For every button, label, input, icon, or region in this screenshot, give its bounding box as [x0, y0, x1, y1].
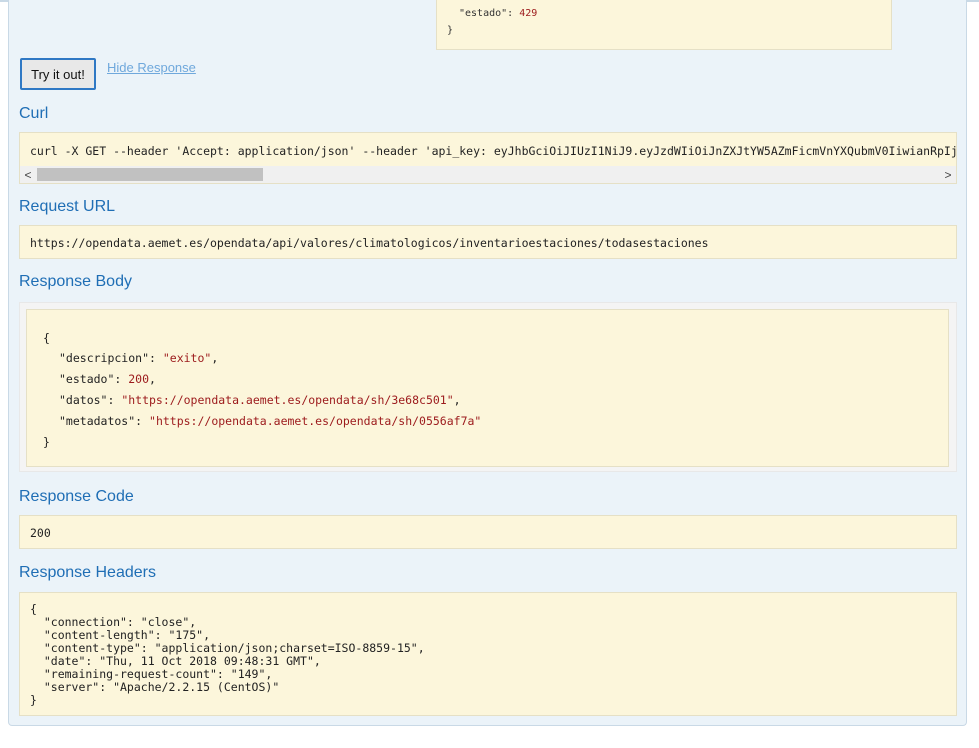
scrollbar-thumb[interactable] — [37, 168, 263, 181]
scroll-right-icon[interactable]: > — [940, 166, 956, 183]
previous-estado-key: "estado": — [459, 8, 520, 19]
header-line: "server": "Apache/2.2.15 (CentOS)" — [30, 680, 280, 694]
response-code-box: 200 — [19, 515, 957, 549]
previous-estado-line: "estado": 429 — [459, 8, 537, 19]
json-key: "metadatos": — [59, 414, 150, 428]
response-headers-title: Response Headers — [19, 564, 156, 581]
request-url-value: https://opendata.aemet.es/opendata/api/v… — [30, 236, 709, 250]
request-url-title: Request URL — [19, 198, 116, 215]
try-it-out-button[interactable]: Try it out! — [20, 58, 96, 90]
json-field-datos: "datos": "https://opendata.aemet.es/open… — [59, 393, 461, 407]
json-comma: , — [211, 351, 219, 365]
response-code-title: Response Code — [19, 488, 134, 505]
json-value: 200 — [128, 372, 150, 386]
json-close-brace: } — [43, 435, 50, 449]
hide-response-link[interactable]: Hide Response — [107, 60, 196, 75]
json-field-estado: "estado": 200, — [59, 372, 156, 386]
json-comma: , — [149, 372, 156, 386]
json-value: "https://opendata.aemet.es/opendata/sh/3… — [121, 393, 454, 407]
response-body-title: Response Body — [19, 273, 132, 290]
json-value: "exito" — [162, 351, 212, 365]
curl-title: Curl — [19, 105, 49, 122]
curl-box: curl -X GET --header 'Accept: applicatio… — [19, 132, 957, 184]
json-key: "descripcion": — [59, 351, 163, 365]
previous-close-brace: } — [447, 25, 454, 36]
response-headers-box: { "connection": "close", "content-length… — [19, 592, 957, 716]
response-body-container: { "descripcion": "exito", "estado": 200,… — [19, 302, 957, 472]
json-key: "datos": — [59, 393, 122, 407]
scroll-left-icon[interactable]: < — [20, 166, 36, 183]
json-value: "https://opendata.aemet.es/opendata/sh/0… — [149, 414, 482, 428]
json-field-descripcion: "descripcion": "exito", — [59, 351, 218, 365]
response-body-json: { "descripcion": "exito", "estado": 200,… — [26, 309, 949, 467]
json-comma: , — [453, 393, 461, 407]
previous-response-snippet: "estado": 429 } — [436, 0, 892, 50]
json-key: "estado": — [59, 372, 129, 386]
previous-estado-value: 429 — [519, 8, 538, 19]
header-line: } — [30, 693, 37, 707]
curl-command: curl -X GET --header 'Accept: applicatio… — [30, 144, 957, 158]
request-url-box: https://opendata.aemet.es/opendata/api/v… — [19, 225, 957, 259]
response-code-value: 200 — [30, 526, 51, 540]
json-field-metadatos: "metadatos": "https://opendata.aemet.es/… — [59, 414, 481, 428]
horizontal-scrollbar[interactable]: < > — [20, 166, 956, 183]
json-open-brace: { — [43, 331, 50, 345]
